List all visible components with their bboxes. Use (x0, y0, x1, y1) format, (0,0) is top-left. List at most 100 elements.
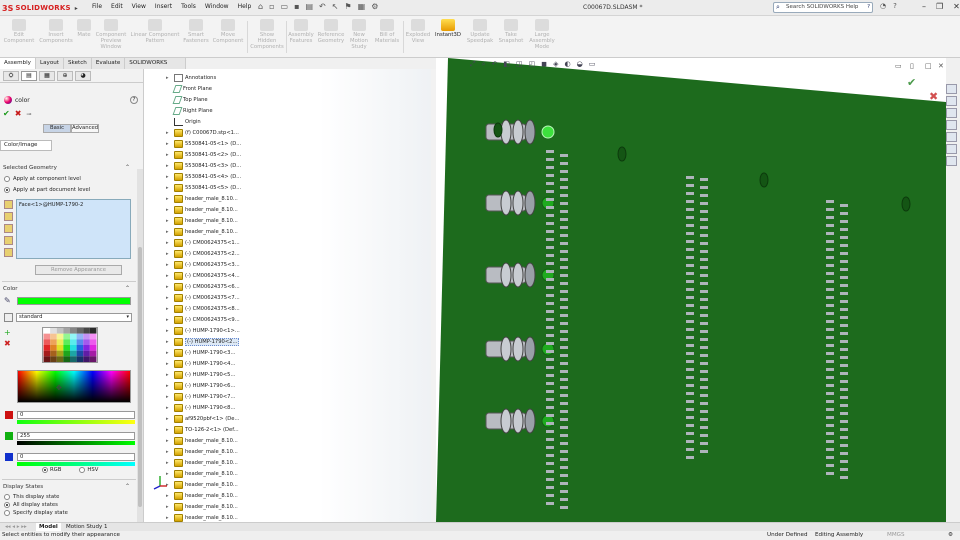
insert-components-button[interactable]: Insert Components (38, 19, 74, 44)
filter-body-icon[interactable] (4, 236, 13, 245)
menu-insert[interactable]: Insert (155, 3, 172, 10)
tree-item[interactable]: ▸ (-) CM00624375<2... (166, 249, 240, 259)
status-options-icon[interactable]: ⚙ (948, 532, 953, 538)
palette-swatch[interactable] (43, 350, 51, 357)
expand-arrow-icon[interactable]: ▸ (166, 427, 172, 433)
view-settings-icon[interactable]: ▭ (589, 60, 596, 69)
palette-swatch[interactable] (63, 339, 70, 345)
tree-item[interactable]: ▸ (-) CM00624375<4... (166, 271, 240, 281)
menu-edit[interactable]: Edit (111, 3, 123, 10)
expand-arrow-icon[interactable]: ▸ (166, 515, 172, 521)
menu-file[interactable]: File (92, 3, 102, 10)
tree-item[interactable]: ▸ header_male_8.10... (166, 491, 238, 501)
tree-item[interactable]: ▸ (-) CM00624375<9... (166, 315, 240, 325)
tree-item[interactable]: ▸ (-) HUMP-1790<4... (166, 359, 235, 369)
menu-view[interactable]: View (132, 3, 146, 10)
red-slider[interactable] (17, 420, 135, 424)
palette-swatch[interactable] (50, 333, 57, 340)
help-dropdown-icon[interactable]: ? (893, 2, 897, 10)
tree-item[interactable]: ▸ header_male_8.10... (166, 436, 238, 446)
tree-item[interactable]: ▸ TO-126-2<1> (Def... (166, 425, 239, 435)
cancel-x-icon[interactable]: ✖ (15, 109, 22, 118)
tree-item[interactable]: ▸ Annotations (166, 73, 216, 83)
zoom-to-fit-icon[interactable]: ⤢ (470, 60, 476, 69)
filter-feature-icon[interactable] (4, 248, 13, 257)
instant3d-button[interactable]: Instant3D (433, 19, 463, 38)
reference-geometry-button[interactable]: Reference Geometry (316, 19, 346, 44)
palette-swatch[interactable] (83, 345, 90, 351)
red-value-input[interactable]: 0 (17, 411, 135, 419)
zoom-area-icon[interactable]: ⌕ (482, 60, 486, 69)
tree-item[interactable]: ▸ header_male_8.10... (166, 447, 238, 457)
palette-swatch[interactable] (89, 356, 97, 362)
palette-select[interactable]: standard ▾ (16, 313, 132, 322)
show-hidden-button[interactable]: Show Hidden Components (250, 19, 284, 50)
tree-item[interactable]: ▸ (-) HUMP-1790<3... (166, 348, 235, 358)
palette-swatch[interactable] (43, 328, 51, 334)
add-swatch-icon[interactable]: + (4, 328, 11, 337)
blue-value-input[interactable]: 0 (17, 453, 135, 461)
basic-button[interactable]: Basic (43, 124, 71, 133)
hide-show-icon[interactable]: ◈ (553, 60, 558, 69)
tree-item[interactable]: ▸ (f) C00067D.stp<1... (166, 128, 239, 138)
all-display-states-radio[interactable]: All display states (4, 502, 58, 508)
palette-swatch[interactable] (76, 328, 84, 334)
help-icon[interactable]: ? (130, 96, 138, 104)
confirm-check-icon[interactable]: ✔ (907, 76, 916, 89)
save-icon[interactable]: ▪ (294, 2, 299, 11)
specify-display-state-radio[interactable]: Specify display state (4, 510, 68, 516)
palette-swatch[interactable] (76, 350, 84, 357)
display-manager-tab-icon[interactable]: ◕ (75, 71, 91, 81)
print-icon[interactable]: ▤ (305, 2, 313, 11)
edit-appearance-icon[interactable]: ◐ (564, 60, 570, 69)
filter-part-icon[interactable] (4, 200, 13, 209)
design-library-icon[interactable] (946, 96, 957, 106)
expand-arrow-icon[interactable]: ▸ (166, 273, 172, 279)
tree-item[interactable]: ▸ (-) HUMP-1790<1>... (166, 326, 240, 336)
expand-arrow-icon[interactable]: ▸ (166, 383, 172, 389)
apply-part-radio[interactable]: Apply at part document level (4, 187, 90, 193)
tree-item[interactable]: ▸ (-) CM00624375<3... (166, 260, 240, 270)
confirm-cancel-icon[interactable]: ✖ (929, 90, 938, 103)
expand-arrow-icon[interactable]: ▸ (166, 394, 172, 400)
viewport-menu-icon[interactable]: ▭ (895, 62, 902, 70)
view-palette-icon[interactable] (946, 156, 957, 166)
section-view-icon[interactable]: ◧ (503, 60, 510, 69)
selected-entity[interactable]: Face<1>@HUMP-1790-2 (19, 202, 128, 208)
update-speedpak-button[interactable]: Update Speedpak (466, 19, 494, 44)
palette-swatch[interactable] (63, 345, 70, 351)
palette-swatch[interactable] (63, 328, 70, 334)
palette-swatch[interactable] (56, 333, 64, 340)
menu-tools[interactable]: Tools (181, 3, 196, 10)
edit-component-button[interactable]: Edit Component (2, 19, 36, 44)
rebuild-icon[interactable]: ⚑ (344, 2, 351, 11)
palette-swatch[interactable] (70, 328, 77, 334)
solidworks-forum-icon[interactable] (946, 144, 957, 154)
this-display-state-radio[interactable]: This display state (4, 494, 59, 500)
green-slider[interactable] (17, 441, 135, 445)
bill-of-materials-button[interactable]: Bill of Materials (373, 19, 401, 44)
viewport-restore-icon[interactable]: ▯ (910, 62, 914, 70)
palette-swatch[interactable] (76, 333, 84, 340)
palette-swatch[interactable] (43, 345, 51, 351)
palette-swatch[interactable] (63, 356, 70, 362)
palette-swatch[interactable] (43, 333, 51, 340)
collapse-chevron-icon[interactable]: ⌃ (125, 164, 130, 171)
options-gear-icon[interactable]: ⚙ (371, 2, 378, 11)
expand-arrow-icon[interactable]: ▸ (166, 130, 172, 136)
tree-item[interactable]: ▸ (-) CM00624375<8... (166, 304, 240, 314)
palette-swatch[interactable] (89, 333, 97, 340)
help-question-icon[interactable]: ? (867, 3, 870, 12)
collapse-chevron-icon[interactable]: ⌃ (125, 285, 130, 292)
color-palette-grid[interactable] (42, 327, 98, 363)
palette-swatch[interactable] (56, 356, 64, 362)
tree-item[interactable]: Origin (166, 117, 201, 127)
user-icon[interactable]: ◔ (880, 2, 886, 10)
eyedropper-icon[interactable]: ✎ (4, 296, 11, 305)
tab-sketch[interactable]: Sketch (63, 58, 92, 69)
collapse-chevron-icon[interactable]: ⌃ (125, 483, 130, 490)
expand-arrow-icon[interactable]: ▸ (166, 306, 172, 312)
open-folder-icon[interactable]: ▭ (281, 2, 289, 11)
feature-manager-tab-icon[interactable]: ⛭ (3, 71, 19, 81)
filter-surface-icon[interactable] (4, 224, 13, 233)
